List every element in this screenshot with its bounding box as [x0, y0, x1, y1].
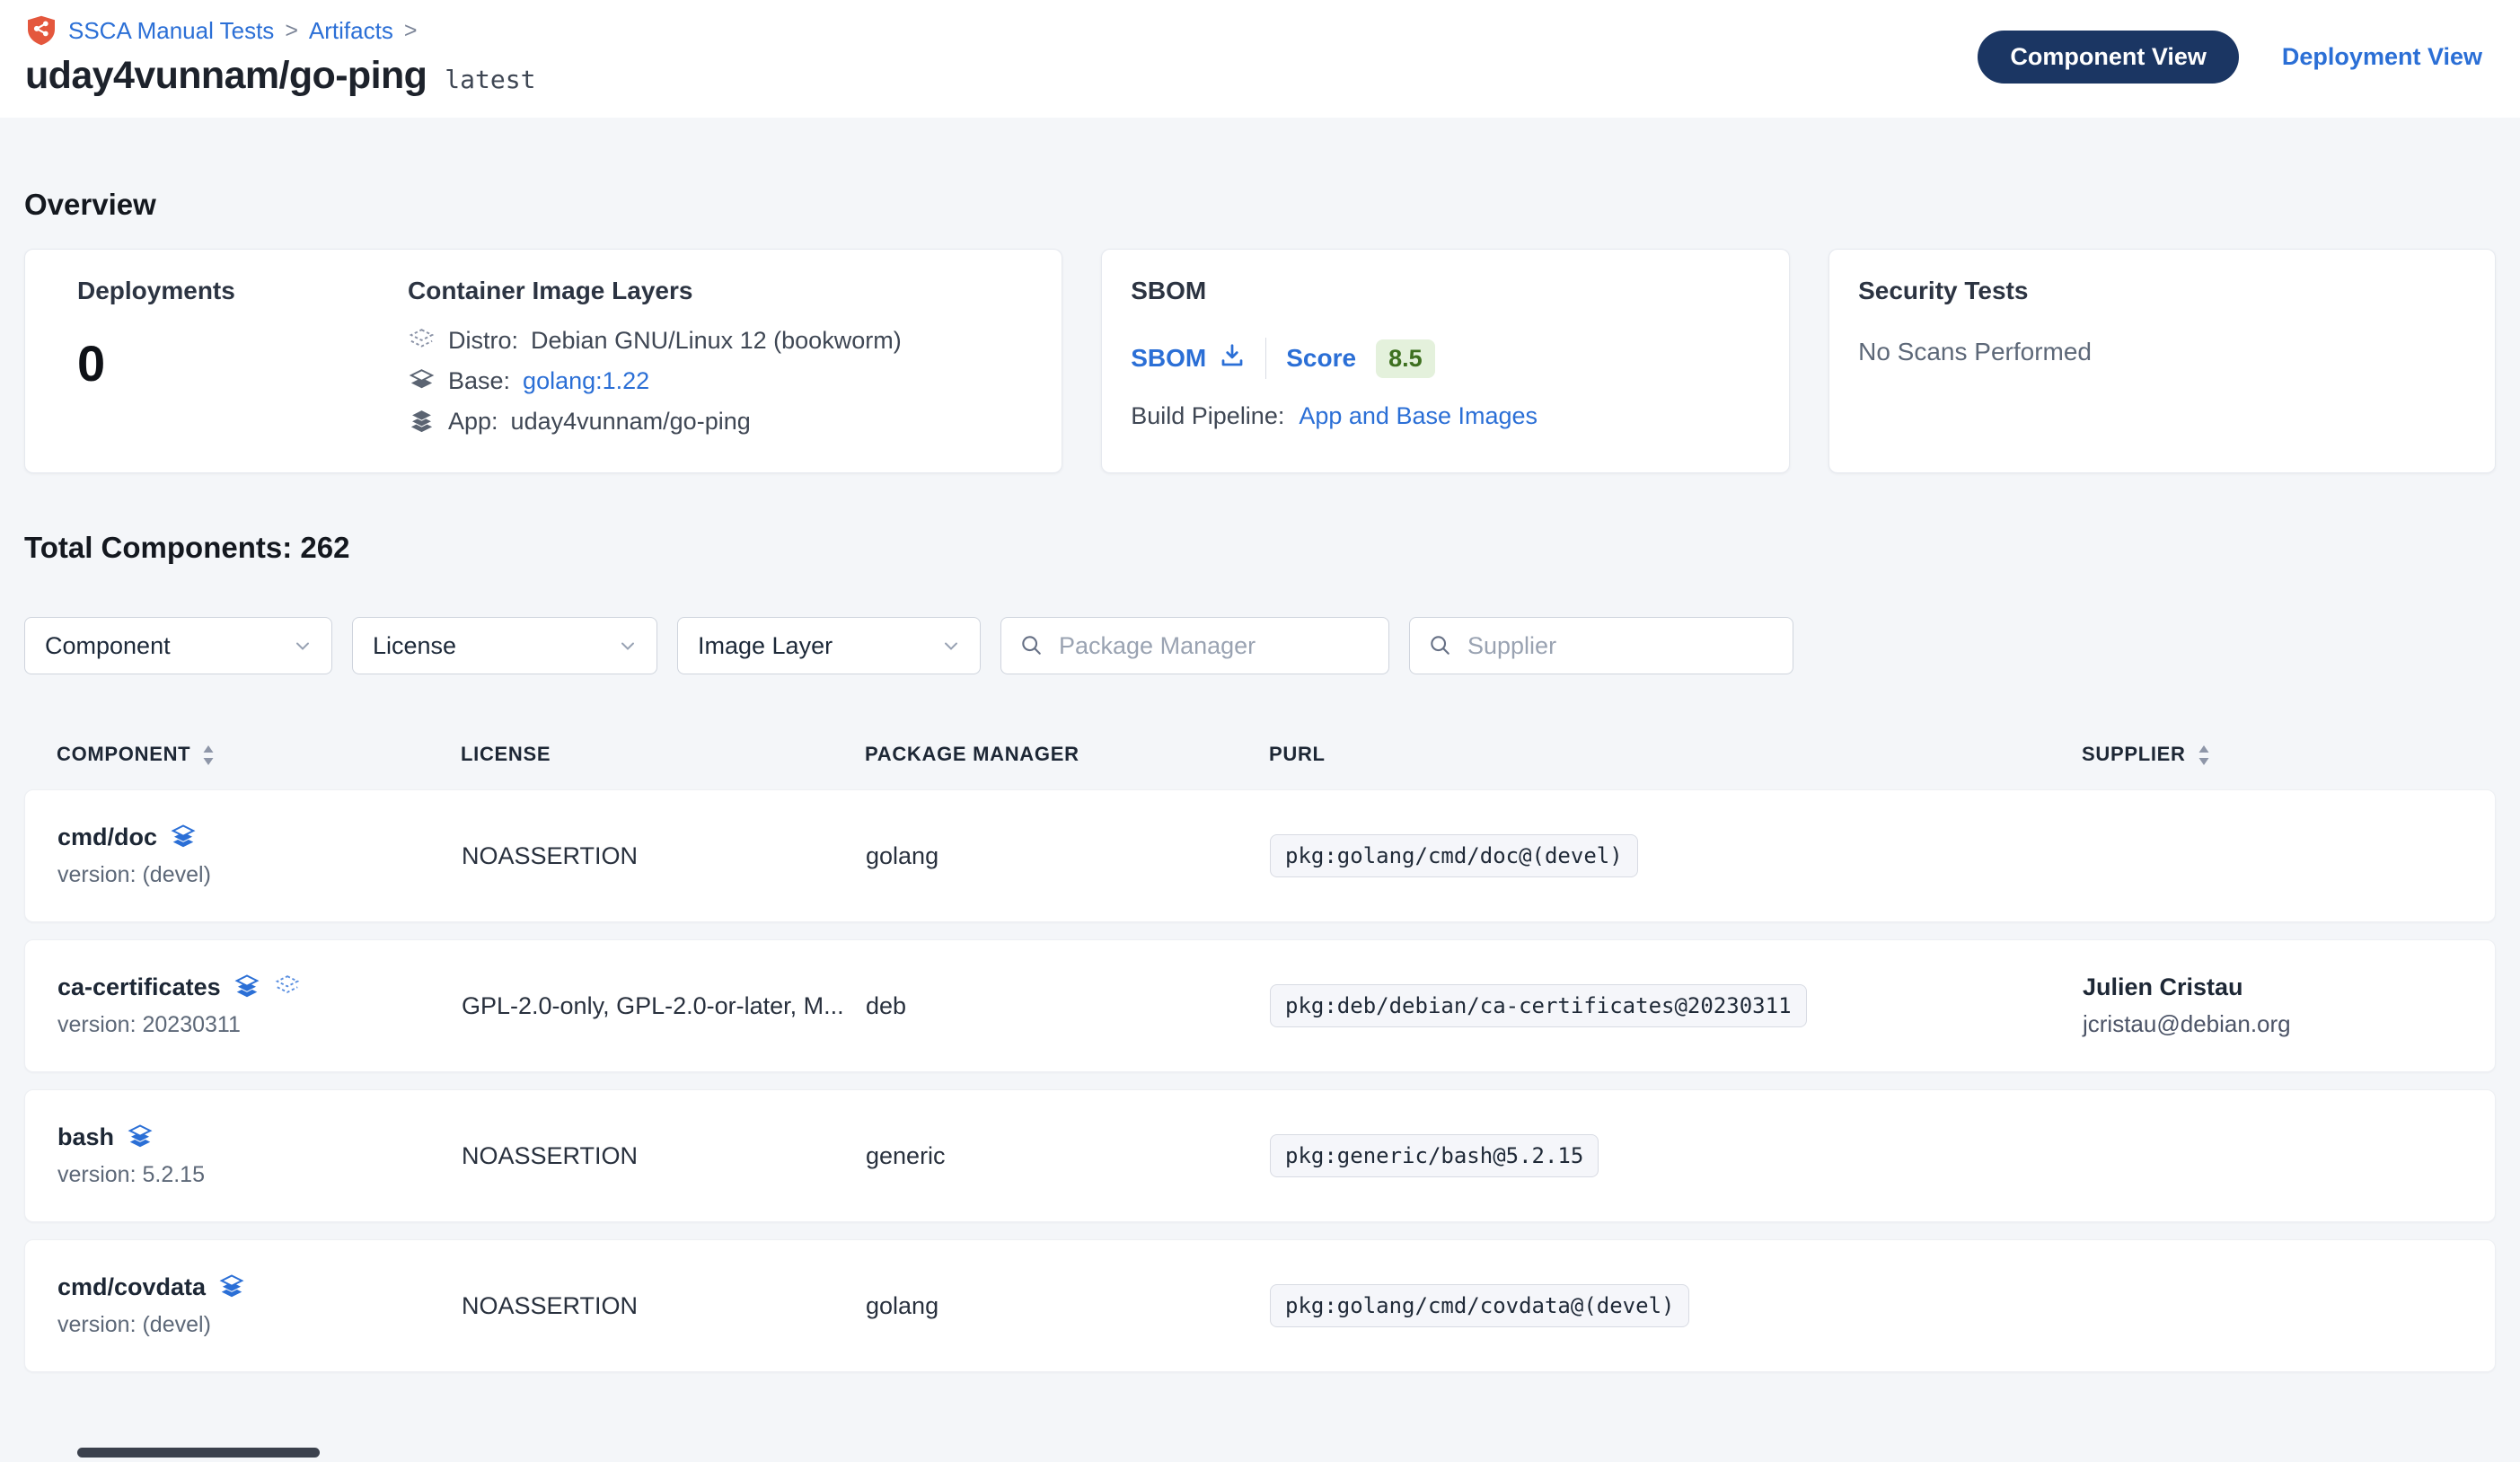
app-label: App:	[448, 408, 498, 436]
sort-icon[interactable]	[199, 744, 217, 765]
sbom-card: SBOM SBOM Score 8.5 Build Pipeline:	[1101, 249, 1790, 473]
app-value: uday4vunnam/go-ping	[511, 408, 751, 436]
package-manager-search	[1000, 617, 1389, 674]
distro-value: Debian GNU/Linux 12 (bookworm)	[531, 327, 902, 355]
page-title: uday4vunnam/go-ping	[25, 54, 427, 98]
purl-chip[interactable]: pkg:deb/debian/ca-certificates@20230311	[1270, 984, 1807, 1027]
breadcrumb-artifacts-link[interactable]: Artifacts	[309, 17, 393, 45]
distro-layer-row: Distro: Debian GNU/Linux 12 (bookworm)	[408, 327, 1033, 355]
component-name[interactable]: ca-certificates	[57, 973, 221, 1001]
chevron-down-icon	[292, 635, 313, 656]
breadcrumb-separator: >	[404, 18, 418, 44]
column-header-package-manager: PACKAGE MANAGER	[865, 743, 1269, 766]
deployment-view-button[interactable]: Deployment View	[2282, 43, 2482, 71]
deployments-label: Deployments	[77, 277, 408, 305]
license-cell: NOASSERTION	[462, 1292, 866, 1320]
table-row[interactable]: cmd/doc version: (devel) NOASSERTION gol…	[24, 789, 2496, 922]
package-manager-cell: deb	[866, 992, 1270, 1020]
build-pipeline-label: Build Pipeline:	[1131, 402, 1284, 430]
column-header-purl: PURL	[1269, 743, 2082, 766]
table-row[interactable]: bash version: 5.2.15 NOASSERTION generic…	[24, 1089, 2496, 1222]
search-icon	[1019, 633, 1044, 658]
table-header-row: COMPONENT LICENSE PACKAGE MANAGER PURL S…	[24, 719, 2496, 789]
chevron-down-icon	[617, 635, 639, 656]
component-name[interactable]: cmd/doc	[57, 823, 157, 851]
component-filter-dropdown[interactable]: Component	[24, 617, 332, 674]
component-version: version: (devel)	[57, 862, 462, 888]
component-name[interactable]: cmd/covdata	[57, 1273, 206, 1301]
package-manager-cell: golang	[866, 1292, 1270, 1320]
app-layer-row: App: uday4vunnam/go-ping	[408, 408, 1033, 436]
component-version: version: 20230311	[57, 1012, 462, 1038]
sbom-score-label[interactable]: Score	[1286, 344, 1356, 373]
sort-icon[interactable]	[2195, 744, 2213, 765]
horizontal-scrollbar-thumb[interactable]	[77, 1448, 320, 1458]
table-row[interactable]: cmd/covdata version: (devel) NOASSERTION…	[24, 1239, 2496, 1372]
license-cell: NOASSERTION	[462, 1142, 866, 1170]
purl-chip[interactable]: pkg:generic/bash@5.2.15	[1270, 1134, 1599, 1177]
purl-chip[interactable]: pkg:golang/cmd/covdata@(devel)	[1270, 1284, 1689, 1327]
image-layers-label: Container Image Layers	[408, 277, 1033, 305]
license-cell: NOASSERTION	[462, 842, 866, 870]
package-manager-cell: golang	[866, 842, 1270, 870]
top-bar: SSCA Manual Tests > Artifacts > uday4vun…	[0, 0, 2520, 118]
search-icon	[1428, 633, 1453, 658]
component-view-button[interactable]: Component View	[1978, 31, 2239, 84]
breadcrumb-separator: >	[285, 18, 298, 44]
layers-app-icon	[218, 1273, 246, 1301]
sbom-card-title: SBOM	[1131, 277, 1760, 305]
table-row[interactable]: ca-certificates	[24, 939, 2496, 1072]
column-header-license: LICENSE	[461, 743, 865, 766]
deployments-count: 0	[77, 334, 408, 392]
license-cell: GPL-2.0-only, GPL-2.0-or-later, M...	[462, 992, 866, 1020]
package-manager-search-input[interactable]	[1057, 631, 1370, 661]
license-filter-dropdown[interactable]: License	[352, 617, 657, 674]
supplier-name: Julien Cristau	[2083, 973, 2477, 1001]
supplier-email: jcristau@debian.org	[2083, 1010, 2477, 1038]
sbom-score-badge: 8.5	[1376, 339, 1435, 378]
package-manager-cell: generic	[866, 1142, 1270, 1170]
distro-label: Distro:	[448, 327, 518, 355]
security-tests-card: Security Tests No Scans Performed	[1828, 249, 2496, 473]
chevron-down-icon	[940, 635, 962, 656]
overview-heading: Overview	[24, 188, 2496, 222]
project-shield-icon	[25, 14, 57, 47]
layers-app-icon	[233, 973, 261, 1001]
base-image-link[interactable]: golang:1.22	[523, 367, 649, 395]
layers-distro-icon	[274, 973, 302, 1001]
base-label: Base:	[448, 367, 510, 395]
supplier-search	[1409, 617, 1793, 674]
component-name[interactable]: bash	[57, 1123, 114, 1151]
column-header-supplier[interactable]: SUPPLIER	[2082, 743, 2496, 766]
security-tests-title: Security Tests	[1858, 277, 2466, 305]
supplier-search-input[interactable]	[1466, 631, 1775, 661]
image-layer-filter-dropdown[interactable]: Image Layer	[677, 617, 981, 674]
total-components-heading: Total Components: 262	[24, 531, 2496, 565]
component-version: version: (devel)	[57, 1312, 462, 1338]
layers-base-icon	[408, 367, 436, 395]
divider	[1265, 338, 1266, 379]
build-pipeline-link[interactable]: App and Base Images	[1299, 402, 1538, 430]
download-icon	[1219, 342, 1246, 375]
layers-distro-icon	[408, 327, 436, 355]
layers-app-icon	[170, 823, 198, 851]
deployments-layers-card: Deployments 0 Container Image Layers Dis…	[24, 249, 1062, 473]
purl-chip[interactable]: pkg:golang/cmd/doc@(devel)	[1270, 834, 1638, 877]
base-layer-row: Base: golang:1.22	[408, 367, 1033, 395]
view-toggle: Component View Deployment View	[1978, 31, 2482, 84]
components-table: COMPONENT LICENSE PACKAGE MANAGER PURL S…	[24, 719, 2496, 1372]
artifact-tag: latest	[445, 65, 535, 94]
component-version: version: 5.2.15	[57, 1162, 462, 1188]
breadcrumb-project-link[interactable]: SSCA Manual Tests	[68, 17, 274, 45]
sbom-download-link[interactable]: SBOM	[1131, 342, 1246, 375]
security-tests-status: No Scans Performed	[1858, 338, 2466, 366]
layers-app-icon	[127, 1123, 154, 1151]
column-header-component[interactable]: COMPONENT	[57, 743, 461, 766]
layers-app-icon	[408, 408, 436, 436]
